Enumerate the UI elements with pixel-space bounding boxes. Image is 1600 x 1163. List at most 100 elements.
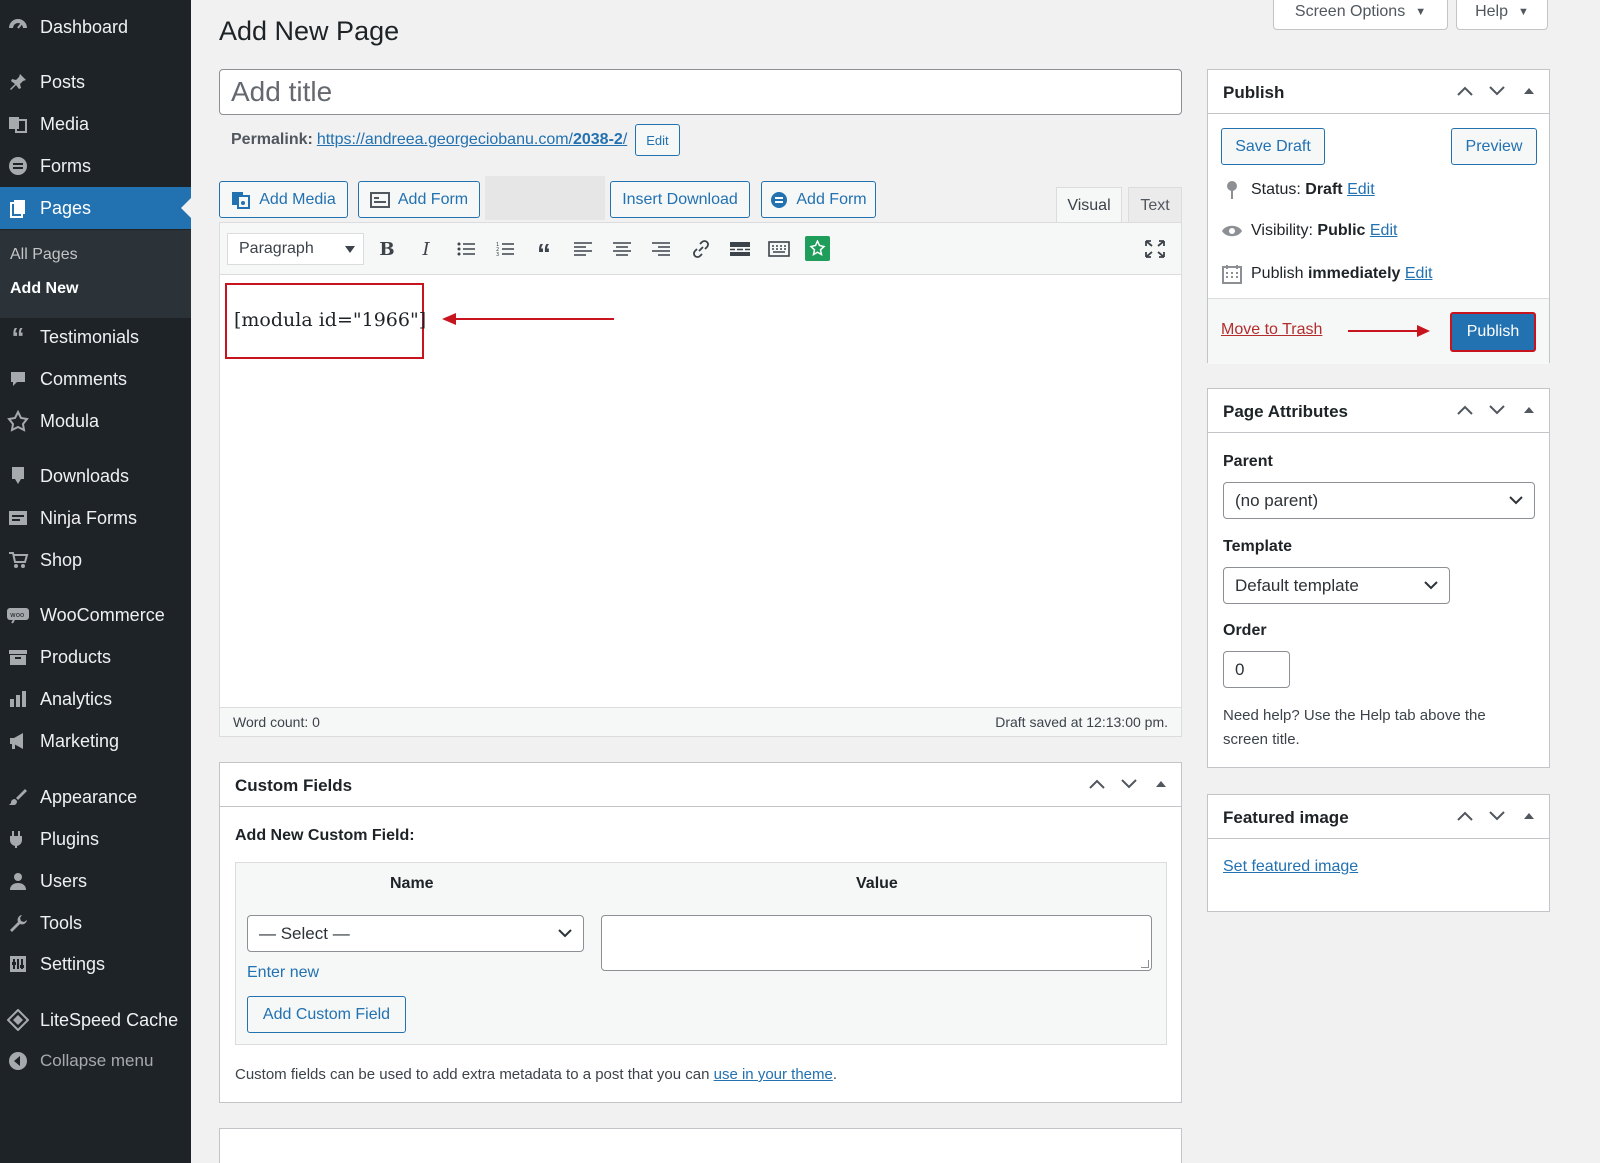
submenu-all-pages[interactable]: All Pages [10,246,78,264]
format-select[interactable]: Paragraph [227,233,364,265]
set-featured-image-link[interactable]: Set featured image [1223,858,1358,876]
move-up-icon[interactable] [1087,774,1107,794]
sidebar-item-litespeed-cache[interactable]: LiteSpeed Cache [0,1002,191,1038]
save-draft-button[interactable]: Save Draft [1221,128,1325,165]
bar-chart-icon [6,687,30,711]
custom-field-value-textarea[interactable] [601,915,1152,971]
tab-text[interactable]: Text [1128,187,1182,223]
link-icon[interactable] [687,235,715,263]
annotation-arrow-left [442,313,614,325]
publish-date-row: Publish immediately Edit [1221,264,1432,284]
custom-field-name-select[interactable]: — Select — [247,915,584,952]
move-down-icon[interactable] [1487,81,1507,101]
toggle-panel-icon[interactable] [1519,400,1539,420]
custom-fields-title: Custom Fields [235,776,353,795]
page-attributes-help: Need help? Use the Help tab above the sc… [1223,707,1486,748]
add-form-button[interactable]: Add Form [358,181,480,218]
modula-gallery-icon[interactable] [805,236,830,261]
sidebar-item-forms[interactable]: Forms [0,148,191,184]
numbered-list-icon[interactable]: 123 [491,235,519,263]
fullscreen-icon[interactable] [1141,235,1169,263]
order-value: 0 [1235,659,1245,679]
next-postbox [219,1128,1182,1163]
parent-select[interactable]: (no parent) [1223,482,1535,519]
bold-icon[interactable]: B [373,235,401,263]
editor-content-area[interactable]: [modula id="1966"] [220,275,1181,707]
sidebar-item-comments[interactable]: Comments [0,361,191,397]
toggle-panel-icon[interactable] [1151,774,1171,794]
move-up-icon[interactable] [1455,806,1475,826]
add-form-ninja-button[interactable]: Add Form [761,181,876,218]
caret-down-icon: ▼ [1518,5,1529,18]
sidebar-item-media[interactable]: Media [0,106,191,142]
name-column-header: Name [390,875,434,892]
screen-options-button[interactable]: Screen Options ▼ [1273,0,1448,30]
read-more-icon[interactable] [726,235,754,263]
align-right-icon[interactable] [647,235,675,263]
publish-time-edit-link[interactable]: Edit [1405,265,1433,282]
permalink-edit-button[interactable]: Edit [635,124,680,156]
tab-visual[interactable]: Visual [1056,187,1122,223]
sidebar-item-woocommerce[interactable]: woo WooCommerce [0,597,191,633]
visibility-edit-link[interactable]: Edit [1370,222,1398,239]
publish-button[interactable]: Publish [1450,312,1536,352]
publish-header: Publish [1208,70,1549,114]
page-attributes-title: Page Attributes [1223,402,1349,421]
sidebar-item-tools[interactable]: Tools [0,905,191,941]
move-down-icon[interactable] [1119,774,1139,794]
insert-download-button[interactable]: Insert Download [610,181,750,218]
sidebar-item-modula[interactable]: Modula [0,403,191,439]
sidebar-item-products[interactable]: Products [0,639,191,675]
resize-handle[interactable] [1141,960,1149,968]
help-button[interactable]: Help ▼ [1456,0,1548,30]
sidebar-item-settings[interactable]: Settings [0,946,191,982]
align-center-icon[interactable] [608,235,636,263]
permalink-link[interactable]: https://andreea.georgeciobanu.com/2038-2… [317,131,627,149]
sidebar-item-marketing[interactable]: Marketing [0,723,191,759]
collapse-menu-button[interactable]: Collapse menu [0,1043,191,1079]
add-media-button[interactable]: Add Media [219,181,348,218]
parent-select-value: (no parent) [1235,490,1319,510]
sidebar-item-downloads[interactable]: Downloads [0,458,191,494]
move-up-icon[interactable] [1455,400,1475,420]
status-edit-link[interactable]: Edit [1347,181,1375,198]
sidebar-item-shop[interactable]: Shop [0,542,191,578]
submenu-add-new[interactable]: Add New [10,280,78,298]
cart-icon [6,548,30,572]
forms-icon [6,154,30,178]
order-input[interactable]: 0 [1223,651,1290,688]
add-custom-field-button[interactable]: Add Custom Field [247,996,406,1033]
sidebar-item-plugins[interactable]: Plugins [0,821,191,857]
page-attributes-box: Page Attributes Parent (no parent) Templ… [1207,388,1550,768]
sidebar-item-users[interactable]: Users [0,863,191,899]
sidebar-item-label: Appearance [40,786,138,807]
move-down-icon[interactable] [1487,806,1507,826]
toggle-panel-icon[interactable] [1519,81,1539,101]
sidebar-item-ninja-forms[interactable]: Ninja Forms [0,500,191,536]
sidebar-item-analytics[interactable]: Analytics [0,681,191,717]
template-select[interactable]: Default template [1223,567,1450,604]
visibility-label: Visibility: [1251,222,1313,239]
post-title-input[interactable] [219,69,1182,115]
sidebar-item-testimonials[interactable]: “ Testimonials [0,319,191,355]
toolbar-toggle-icon[interactable] [765,235,793,263]
custom-fields-box: Custom Fields Add New Custom Field: Name… [219,762,1182,1103]
sidebar-item-appearance[interactable]: Appearance [0,779,191,815]
toggle-panel-icon[interactable] [1519,806,1539,826]
box-controls [1087,774,1171,794]
blockquote-icon[interactable]: “ [530,235,558,269]
move-to-trash-link[interactable]: Move to Trash [1221,321,1322,339]
template-label: Template [1223,538,1293,555]
bullet-list-icon[interactable] [452,235,480,263]
enter-new-link[interactable]: Enter new [247,964,319,982]
sidebar-item-posts[interactable]: Posts [0,64,191,100]
move-down-icon[interactable] [1487,400,1507,420]
sidebar-item-dashboard[interactable]: Dashboard [0,9,191,45]
preview-button[interactable]: Preview [1451,128,1537,165]
template-select-value: Default template [1235,575,1359,595]
italic-icon[interactable]: I [412,235,440,263]
sidebar-item-pages[interactable]: Pages [0,187,191,229]
align-left-icon[interactable] [569,235,597,263]
use-in-theme-link[interactable]: use in your theme [714,1066,833,1083]
move-up-icon[interactable] [1455,81,1475,101]
